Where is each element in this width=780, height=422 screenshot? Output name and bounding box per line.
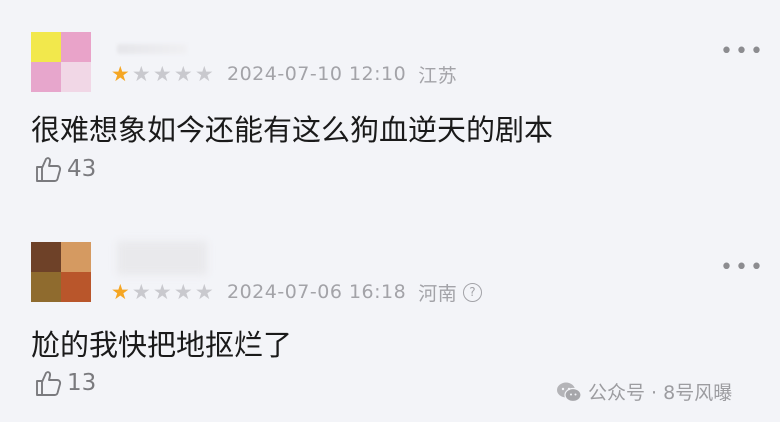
star-filled-icon: ★ [110,280,131,304]
wechat-icon [557,382,582,402]
comment-region: 河南 [418,282,458,305]
star-empty-icon: ★ [152,280,173,304]
star-empty-icon: ★ [173,280,194,304]
star-rating: ★ ★ ★ ★ ★ [110,281,215,303]
star-empty-icon: ★ [194,62,215,86]
watermark: 公众号 · 8号风曝 [556,378,732,405]
avatar-tile [31,32,61,62]
thumbs-up-icon [36,371,62,396]
star-empty-icon: ★ [173,62,194,86]
comment-date: 2024-07-10 12:10 [227,63,407,85]
avatar-tile [31,242,61,272]
username-blurred[interactable] [117,44,187,54]
username-blurred[interactable] [117,241,207,275]
avatar-tile [61,62,91,92]
comment-region: 江苏 [418,64,458,87]
star-filled-icon: ★ [110,62,131,86]
avatar[interactable] [31,32,91,92]
avatar-tile [61,32,91,62]
comment-meta: ★ ★ ★ ★ ★ 2024-07-10 12:10 江苏 [110,63,458,87]
thumbs-up-icon [36,157,62,182]
more-options-icon[interactable]: ••• [720,41,765,63]
like-count: 13 [67,370,97,396]
watermark-text: 公众号 · 8号风曝 [588,382,733,404]
like-button[interactable]: 43 [33,154,96,184]
comment-text: 很难想象如今还能有这么狗血逆天的剧本 [31,113,554,147]
avatar-tile [31,272,61,302]
like-count: 43 [67,156,97,182]
help-icon[interactable]: ? [463,282,483,302]
more-options-icon[interactable]: ••• [720,257,765,279]
comment-meta: ★ ★ ★ ★ ★ 2024-07-06 16:18 河南 ? [110,281,483,305]
star-rating: ★ ★ ★ ★ ★ [110,63,215,85]
like-button[interactable]: 13 [33,368,96,398]
star-empty-icon: ★ [131,280,152,304]
star-empty-icon: ★ [131,62,152,86]
avatar[interactable] [31,242,91,302]
star-empty-icon: ★ [152,62,173,86]
star-empty-icon: ★ [194,280,215,304]
avatar-tile [31,62,61,92]
comment-text: 尬的我快把地抠烂了 [31,328,293,362]
comment-date: 2024-07-06 16:18 [227,281,407,303]
avatar-tile [61,242,91,272]
avatar-tile [61,272,91,302]
